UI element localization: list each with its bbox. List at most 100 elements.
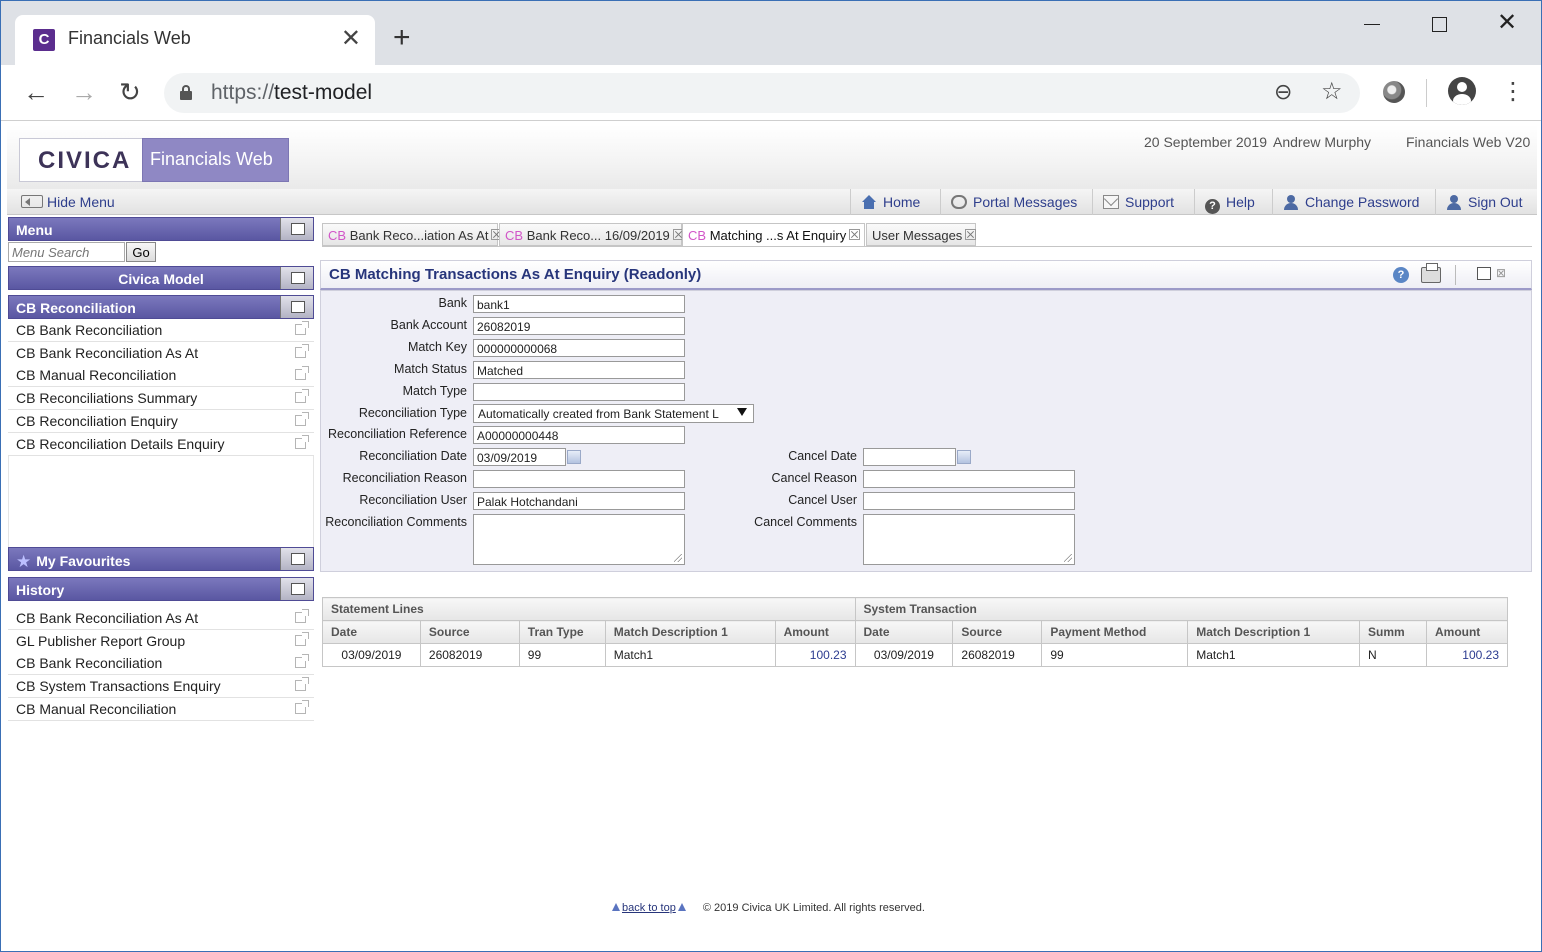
cancel-reason-field[interactable] xyxy=(863,470,1075,488)
column-header[interactable]: Date xyxy=(322,620,421,644)
column-header[interactable]: Amount xyxy=(774,620,856,644)
calendar-icon[interactable] xyxy=(957,450,971,464)
favourites-popout-icon[interactable] xyxy=(280,548,313,570)
column-header[interactable]: Source xyxy=(419,620,520,644)
open-window-icon[interactable] xyxy=(295,435,309,449)
reconciliation-user-field[interactable]: Palak Hotchandani xyxy=(473,492,685,510)
reconciliation-date-label: Reconciliation Date xyxy=(359,449,467,463)
column-header[interactable]: Source xyxy=(952,620,1043,644)
column-header[interactable]: Amount xyxy=(1425,620,1509,644)
cancel-date-field[interactable] xyxy=(863,448,956,466)
calendar-icon[interactable] xyxy=(567,450,581,464)
reconciliation-date-field[interactable]: 03/09/2019 xyxy=(473,448,566,466)
tab-close-icon[interactable] xyxy=(849,229,861,240)
menu-item[interactable]: CB Bank Reconciliation xyxy=(8,319,314,342)
back-to-top-link[interactable]: back to top xyxy=(610,902,688,914)
cancel-user-field[interactable] xyxy=(863,492,1075,510)
content-tab[interactable]: CB Bank Reco...iation As At xyxy=(322,223,503,246)
support-link[interactable]: Support xyxy=(1092,189,1182,215)
column-header[interactable]: Date xyxy=(854,620,954,644)
column-header[interactable]: Summ xyxy=(1359,620,1427,644)
match-type-field[interactable] xyxy=(473,383,685,401)
open-window-icon[interactable] xyxy=(295,609,309,623)
address-bar[interactable]: https://test-model ⊖ ☆ xyxy=(164,73,1360,113)
help-icon[interactable]: ? xyxy=(1393,267,1409,283)
minimize-icon[interactable] xyxy=(1362,13,1382,33)
portal-messages-link[interactable]: Portal Messages xyxy=(940,189,1085,215)
favourites-header[interactable]: ★ My Favourites xyxy=(8,547,314,571)
reconciliation-type-select[interactable]: Automatically created from Bank Statemen… xyxy=(473,404,754,423)
open-window-icon[interactable] xyxy=(295,366,309,380)
history-item[interactable]: CB Bank Reconciliation As At xyxy=(8,607,314,630)
open-window-icon[interactable] xyxy=(295,412,309,426)
extension-icon[interactable] xyxy=(1383,81,1405,103)
statement-lines-header: Statement Lines xyxy=(322,597,856,621)
kebab-menu-icon[interactable]: ⋮ xyxy=(1501,77,1525,107)
menu-search-input[interactable] xyxy=(8,242,125,262)
model-popout-icon[interactable] xyxy=(280,267,313,289)
open-window-icon[interactable] xyxy=(295,321,309,335)
maximize-icon[interactable] xyxy=(1432,17,1447,32)
print-icon[interactable] xyxy=(1421,263,1441,283)
hide-menu-button[interactable]: Hide Menu xyxy=(21,194,115,210)
menu-item[interactable]: CB Reconciliations Summary xyxy=(8,387,314,410)
menu-header: Menu xyxy=(8,217,314,241)
content-tab-active[interactable]: CB Matching ...s At Enquiry xyxy=(682,223,865,247)
cancel-comments-textarea[interactable] xyxy=(863,514,1075,565)
content-tab[interactable]: User Messages xyxy=(866,223,977,246)
reconciliation-comments-textarea[interactable] xyxy=(473,514,685,565)
column-header[interactable]: Payment Method xyxy=(1041,620,1189,644)
grid-column-header: Date Source Tran Type Match Description … xyxy=(322,620,1509,644)
sign-out-link[interactable]: Sign Out xyxy=(1435,189,1530,215)
column-header[interactable]: Match Description 1 xyxy=(604,620,776,644)
open-window-icon[interactable] xyxy=(295,654,309,668)
menu-popout-icon[interactable] xyxy=(280,218,313,240)
bank-field[interactable]: bank1 xyxy=(473,295,685,313)
browser-tab[interactable]: C Financials Web ✕ xyxy=(15,15,375,65)
column-header[interactable]: Match Description 1 xyxy=(1187,620,1361,644)
history-item[interactable]: CB Manual Reconciliation xyxy=(8,698,314,721)
favourites-title: My Favourites xyxy=(36,553,131,569)
reload-icon[interactable]: ↻ xyxy=(119,77,141,107)
profile-icon[interactable] xyxy=(1448,77,1476,105)
new-tab-icon[interactable]: + xyxy=(393,23,411,53)
table-row[interactable]: 03/09/2019 26082019 99 Match1 100.23 03/… xyxy=(322,643,1509,667)
open-window-icon[interactable] xyxy=(295,677,309,691)
open-window-icon[interactable] xyxy=(295,700,309,714)
reconciliation-reference-field[interactable]: A00000000448 xyxy=(473,426,685,444)
url-text[interactable]: https://test-model xyxy=(211,81,372,105)
tab-close-icon[interactable] xyxy=(965,229,977,240)
menu-go-button[interactable]: Go xyxy=(126,242,156,262)
home-link[interactable]: Home xyxy=(850,189,928,215)
forward-arrow-icon[interactable]: → xyxy=(71,77,97,107)
match-key-field[interactable]: 000000000068 xyxy=(473,339,685,357)
menu-item[interactable]: CB Reconciliation Enquiry xyxy=(8,410,314,433)
match-status-field[interactable]: Matched xyxy=(473,361,685,379)
history-item[interactable]: GL Publisher Report Group xyxy=(8,630,314,653)
help-link[interactable]: ? Help xyxy=(1194,189,1263,215)
tab-close-icon[interactable]: ✕ xyxy=(341,25,361,53)
menu-item[interactable]: CB Reconciliation Details Enquiry xyxy=(8,433,314,456)
open-window-icon[interactable] xyxy=(295,389,309,403)
bookmark-star-icon[interactable]: ☆ xyxy=(1321,77,1343,106)
open-window-icon[interactable] xyxy=(295,632,309,646)
menu-item[interactable]: CB Manual Reconciliation xyxy=(8,364,314,387)
menu-item[interactable]: CB Bank Reconciliation As At xyxy=(8,342,314,365)
history-popout-icon[interactable] xyxy=(280,578,313,600)
history-item[interactable]: CB System Transactions Enquiry xyxy=(8,675,314,698)
bank-account-field[interactable]: 26082019 xyxy=(473,317,685,335)
zoom-out-icon[interactable]: ⊖ xyxy=(1274,79,1292,105)
reconciliation-reason-field[interactable] xyxy=(473,470,685,488)
open-window-icon[interactable] xyxy=(295,344,309,358)
header-version: Financials Web V20 xyxy=(1406,134,1531,150)
content-tab[interactable]: CB Bank Reco... 16/09/2019 xyxy=(499,223,684,246)
section-up-icon[interactable] xyxy=(280,296,313,318)
back-arrow-icon[interactable]: ← xyxy=(23,77,49,107)
new-window-icon[interactable] xyxy=(1477,267,1491,280)
window-close-icon[interactable]: ✕ xyxy=(1497,9,1517,37)
table-cell: 26082019 xyxy=(952,643,1043,667)
column-header[interactable]: Tran Type xyxy=(518,620,606,644)
close-form-icon[interactable]: ⊠ xyxy=(1496,266,1506,280)
history-item[interactable]: CB Bank Reconciliation xyxy=(8,652,314,675)
change-password-link[interactable]: Change Password xyxy=(1272,189,1427,215)
